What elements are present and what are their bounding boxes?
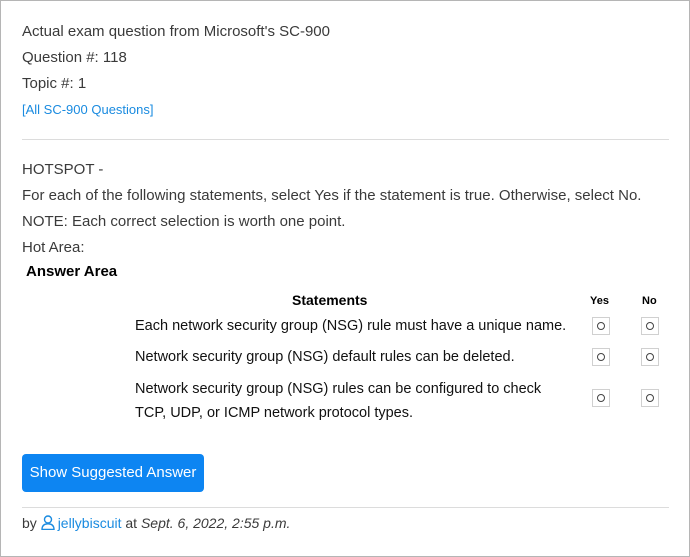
show-suggested-answer-button[interactable]: Show Suggested Answer <box>22 454 204 492</box>
statement-3-yes-radio[interactable] <box>592 389 610 407</box>
question-body: HOTSPOT - For each of the following stat… <box>22 157 641 261</box>
question-type: HOTSPOT - <box>22 161 104 178</box>
statement-3: Network security group (NSG) rules can b… <box>135 377 541 425</box>
footer-divider <box>22 507 669 508</box>
topic-number: Topic #: 1 <box>22 75 87 92</box>
question-number: Question #: 118 <box>22 49 127 66</box>
exam-title: Actual exam question from Microsoft's SC… <box>22 23 330 40</box>
no-header: No <box>642 295 657 307</box>
hot-area-label: Hot Area: <box>22 239 85 256</box>
user-icon <box>40 515 55 533</box>
statement-text-line2: TCP, UDP, or ICMP network protocol types… <box>135 405 414 421</box>
header-divider <box>22 139 669 140</box>
by-label: by <box>22 515 37 531</box>
at-label: at <box>125 515 138 531</box>
statement-text-line1: Network security group (NSG) rules can b… <box>135 381 542 397</box>
question-card: Actual exam question from Microsoft's SC… <box>0 0 690 557</box>
post-footer: by jellybiscuit at Sept. 6, 2022, 2:55 p… <box>22 515 290 533</box>
statement-3-no-radio[interactable] <box>641 389 659 407</box>
statement-2-yes-radio[interactable] <box>592 348 610 366</box>
statement-1: Each network security group (NSG) rule m… <box>135 314 566 338</box>
answer-area-title: Answer Area <box>26 263 118 280</box>
username-link[interactable]: jellybiscuit <box>58 515 122 531</box>
statement-text: Network security group (NSG) default rul… <box>135 349 515 365</box>
question-instruction: For each of the following statements, se… <box>22 187 642 204</box>
statement-text: Each network security group (NSG) rule m… <box>135 318 567 334</box>
statement-2-no-radio[interactable] <box>641 348 659 366</box>
post-date: Sept. 6, 2022, 2:55 p.m. <box>140 515 291 531</box>
question-header: Actual exam question from Microsoft's SC… <box>22 19 330 123</box>
statement-1-yes-radio[interactable] <box>592 317 610 335</box>
statements-header: Statements <box>292 292 368 308</box>
question-note: NOTE: Each correct selection is worth on… <box>22 213 346 230</box>
all-questions-link[interactable]: [All SC-900 Questions] <box>22 102 154 117</box>
statement-1-no-radio[interactable] <box>641 317 659 335</box>
statement-2: Network security group (NSG) default rul… <box>135 345 515 369</box>
yes-header: Yes <box>590 295 609 307</box>
